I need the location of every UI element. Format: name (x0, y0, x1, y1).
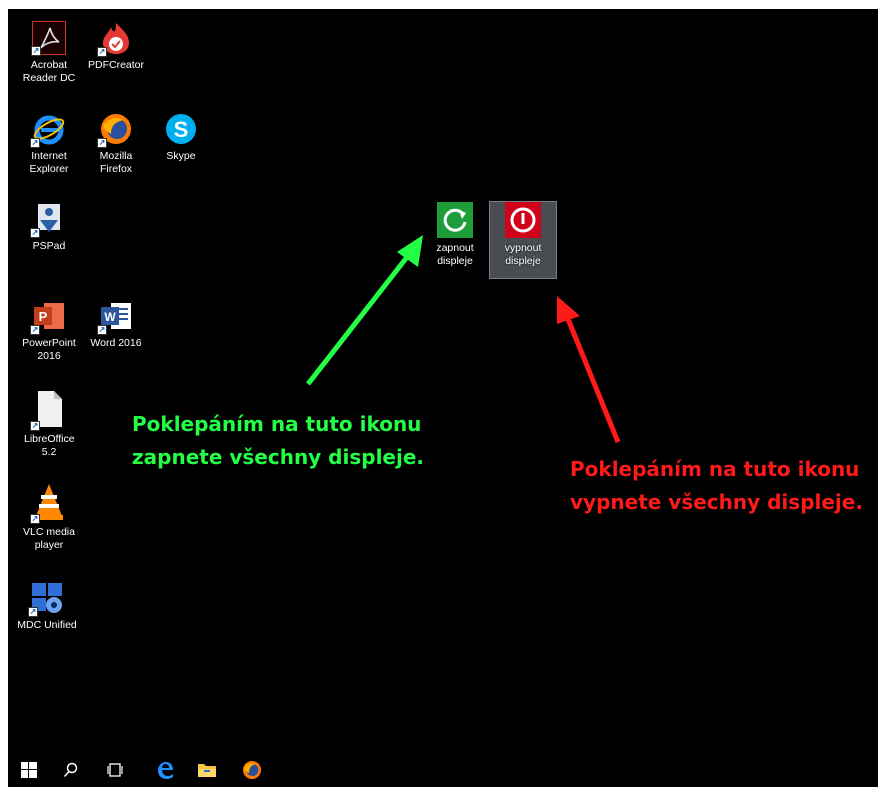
green-arrow (306, 235, 423, 386)
annotation-arrows (306, 235, 621, 443)
red-annotation-line2: vypnete všechny displeje. (570, 490, 863, 514)
start-icon[interactable] (18, 759, 40, 781)
red-annotation: Poklepáním na tuto ikonu vypnete všechny… (570, 453, 863, 519)
taskbar (8, 753, 878, 787)
file-explorer-icon[interactable] (196, 759, 218, 781)
desktop: ↗ Acrobat Reader DC ↗ PDFCreator ↗ Inter… (8, 9, 878, 787)
red-arrow (557, 296, 621, 443)
green-annotation-line2: zapnete všechny displeje. (132, 445, 425, 469)
task-view-icon[interactable] (104, 759, 126, 781)
search-icon[interactable] (60, 759, 82, 781)
firefox-icon[interactable] (241, 759, 263, 781)
green-annotation-line1: Poklepáním na tuto ikonu (132, 412, 422, 436)
green-annotation: Poklepáním na tuto ikonu zapnete všechny… (132, 408, 424, 474)
red-annotation-line1: Poklepáním na tuto ikonu (570, 457, 860, 481)
edge-icon[interactable] (154, 759, 176, 781)
